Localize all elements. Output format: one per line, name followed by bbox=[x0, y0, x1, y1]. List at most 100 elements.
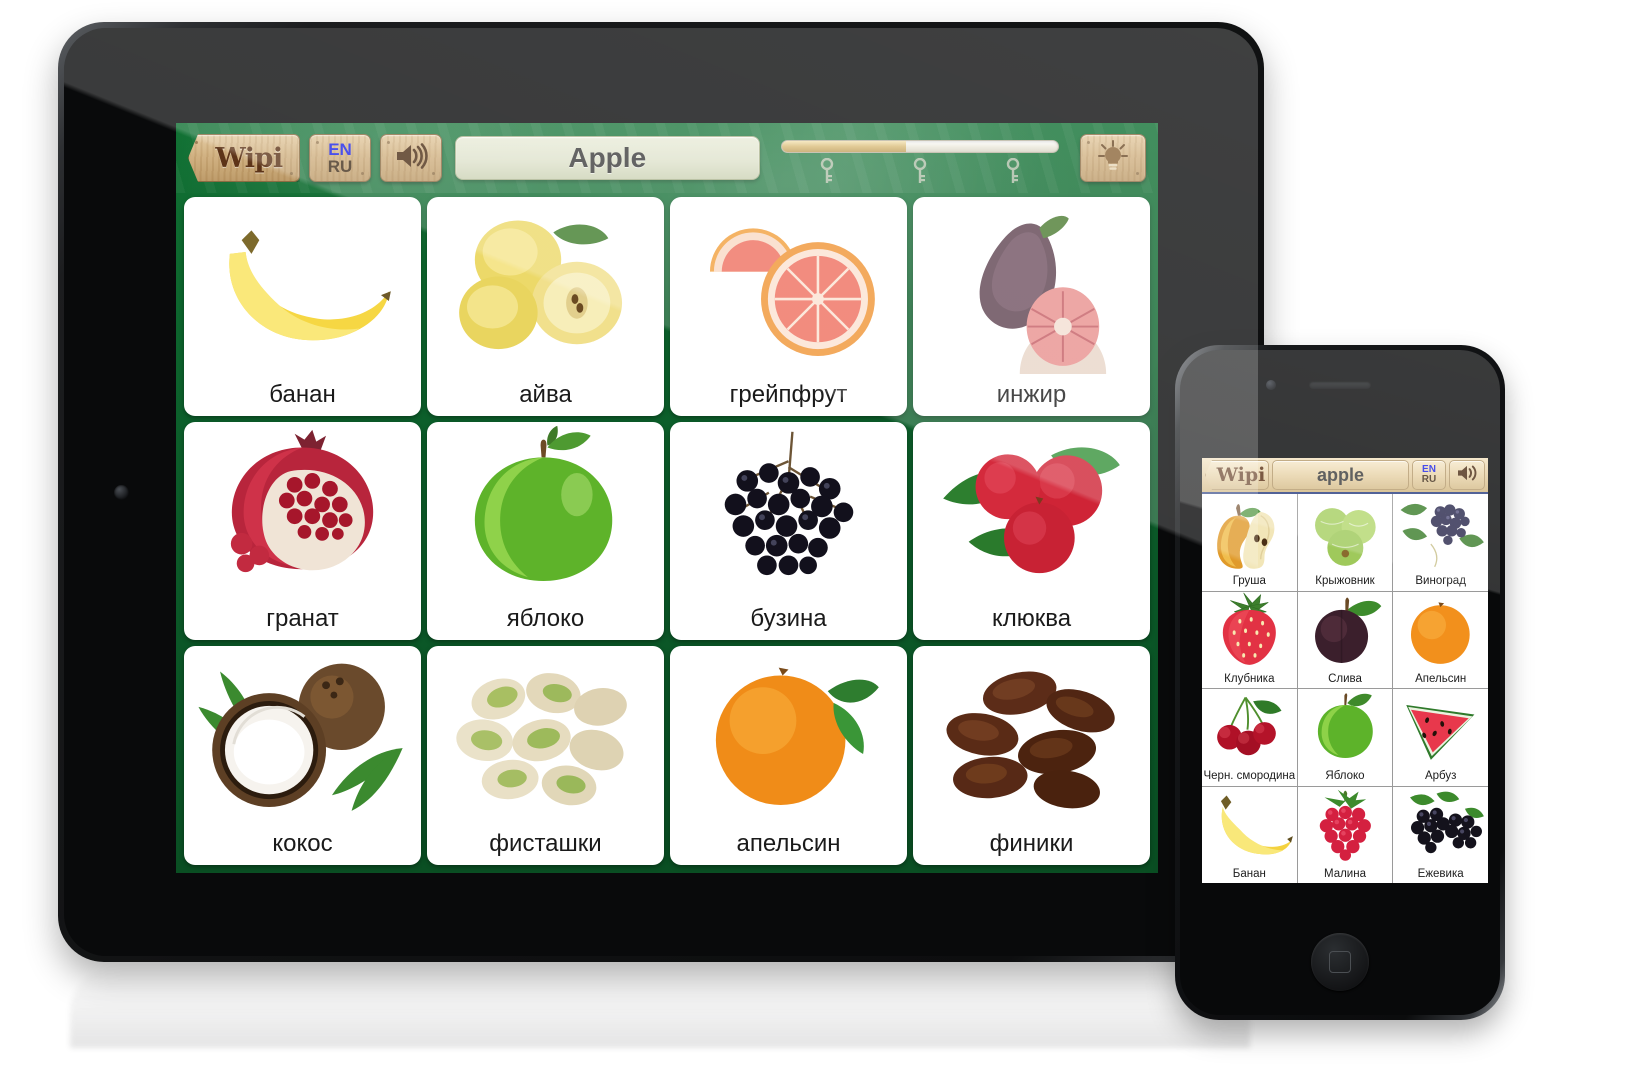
phone-fruit-card[interactable]: Слива bbox=[1297, 591, 1393, 688]
phone-fruit-label: Ежевика bbox=[1417, 867, 1464, 880]
language-toggle-button[interactable]: EN RU bbox=[309, 134, 371, 182]
phone-fruit-grid: Груша Крыжовник Виноград Клубника Слива … bbox=[1202, 494, 1488, 883]
phone-bezel: Wipi apple EN RU Груша Крыжовник Виногра… bbox=[1180, 350, 1500, 1015]
phone-screen: Wipi apple EN RU Груша Крыжовник Виногра… bbox=[1202, 458, 1488, 883]
fruit-card[interactable]: кокос bbox=[184, 646, 421, 865]
sound-button[interactable] bbox=[380, 134, 442, 182]
phone-fruit-label: Клубника bbox=[1224, 672, 1275, 685]
progress-fill bbox=[781, 141, 906, 152]
phone-toolbar: Wipi apple EN RU bbox=[1202, 458, 1488, 494]
speaker-icon bbox=[1456, 464, 1478, 487]
fruit-card[interactable]: клюква bbox=[913, 421, 1150, 641]
fruit-label: бузина bbox=[750, 605, 827, 633]
page-title: Apple bbox=[568, 142, 647, 173]
phone-fruit-card[interactable]: Банан bbox=[1202, 786, 1297, 883]
fig-image bbox=[913, 197, 1150, 374]
banana-image bbox=[1202, 787, 1297, 865]
elderberry-image bbox=[670, 422, 907, 599]
fruit-label: апельсин bbox=[736, 830, 841, 857]
speaker-icon bbox=[394, 142, 428, 175]
phone-language-toggle-button[interactable]: EN RU bbox=[1412, 460, 1446, 490]
fruit-label: клюква bbox=[991, 605, 1072, 633]
pomegranate-image bbox=[184, 422, 421, 599]
tablet-screen: Wipi EN RU Apple банан айва грейпфрут ин… bbox=[176, 123, 1158, 873]
fruit-label: инжир bbox=[996, 380, 1067, 408]
phone-fruit-card[interactable]: Груша bbox=[1202, 494, 1297, 591]
lang-from-label: EN bbox=[328, 139, 352, 159]
phone-page-title: apple bbox=[1316, 464, 1364, 485]
fruit-label: грейпфрут bbox=[729, 380, 848, 408]
green-apple-image bbox=[427, 422, 664, 599]
gooseberry-image bbox=[1298, 494, 1393, 572]
strawberry-image bbox=[1202, 592, 1297, 670]
quince-image bbox=[427, 197, 664, 374]
green-apple-image bbox=[1298, 689, 1393, 767]
fruit-card-grid: банан айва грейпфрут инжир гранат яблоко… bbox=[184, 197, 1150, 865]
fruit-label: айва bbox=[519, 380, 572, 408]
fruit-card[interactable]: инжир bbox=[913, 197, 1150, 416]
phone-fruit-label: Яблоко bbox=[1325, 770, 1365, 782]
phone-fruit-label: Апельсин bbox=[1415, 672, 1467, 685]
phone-fruit-label: Слива bbox=[1328, 672, 1362, 685]
phone-fruit-label: Виноград bbox=[1415, 575, 1466, 587]
front-camera-icon bbox=[1266, 380, 1276, 390]
phone-fruit-label: Малина bbox=[1323, 867, 1366, 880]
phone-fruit-card[interactable]: Апельсин bbox=[1393, 591, 1488, 688]
blackberry-image bbox=[1393, 787, 1488, 865]
phone-fruit-card[interactable]: Яблоко bbox=[1297, 689, 1393, 786]
phone-fruit-card[interactable]: Арбуз bbox=[1393, 689, 1488, 786]
tablet-reflection bbox=[70, 968, 1250, 1048]
fruit-label: гранат bbox=[266, 605, 339, 633]
key-icon bbox=[912, 157, 928, 184]
key-icon bbox=[819, 157, 835, 184]
fruit-label: кокос bbox=[272, 830, 333, 857]
word-title-bar: Apple bbox=[455, 136, 760, 180]
phone-app-logo-label: Wipi bbox=[1216, 464, 1266, 486]
phone-fruit-card[interactable]: Клубника bbox=[1202, 591, 1297, 688]
lightbulb-icon bbox=[1097, 139, 1129, 178]
fruit-card[interactable]: гранат bbox=[184, 421, 421, 641]
phone-sound-button[interactable] bbox=[1449, 460, 1485, 490]
fruit-card[interactable]: айва bbox=[427, 197, 664, 416]
fruit-card[interactable]: банан bbox=[184, 197, 421, 416]
fruit-card[interactable]: яблоко bbox=[427, 421, 664, 641]
dates-image bbox=[913, 646, 1150, 823]
hint-button[interactable] bbox=[1080, 134, 1146, 182]
tablet-toolbar: Wipi EN RU Apple bbox=[176, 123, 1158, 193]
fruit-label: фисташки bbox=[489, 830, 602, 857]
phone-fruit-card[interactable]: Малина bbox=[1297, 786, 1393, 883]
phone-fruit-card[interactable]: Черн. смородина bbox=[1202, 689, 1297, 786]
progress-bar bbox=[780, 140, 1059, 153]
phone-fruit-card[interactable]: Крыжовник bbox=[1297, 494, 1393, 591]
fruit-card[interactable]: фисташки bbox=[427, 646, 664, 865]
app-logo-label: Wipi bbox=[215, 142, 283, 174]
grapefruit-image bbox=[670, 197, 907, 374]
phone-home-button[interactable]: Wipi bbox=[1205, 460, 1269, 490]
phone-fruit-card[interactable]: Ежевика bbox=[1393, 786, 1488, 883]
phone-fruit-card[interactable]: Виноград bbox=[1393, 494, 1488, 591]
banana-image bbox=[184, 197, 421, 374]
orange-image bbox=[670, 646, 907, 823]
phone-fruit-label: Груша bbox=[1232, 575, 1266, 587]
phone-fruit-label: Банан bbox=[1232, 867, 1266, 880]
lang-to-label: RU bbox=[327, 157, 353, 176]
home-button[interactable]: Wipi bbox=[188, 134, 300, 182]
fruit-card[interactable]: финики bbox=[913, 646, 1150, 865]
phone-fruit-label: Черн. смородина bbox=[1203, 770, 1296, 782]
earpiece-speaker-icon bbox=[1309, 381, 1371, 389]
phone-device: Wipi apple EN RU Груша Крыжовник Виногра… bbox=[1175, 345, 1505, 1020]
phone-title-bar: apple bbox=[1272, 460, 1409, 490]
key-markers bbox=[781, 157, 1060, 184]
fruit-card[interactable]: бузина bbox=[670, 421, 907, 641]
coconut-image bbox=[184, 646, 421, 823]
phone-home-hardware-button[interactable] bbox=[1311, 933, 1369, 991]
cranberry-image bbox=[913, 422, 1150, 599]
cherry-image bbox=[1202, 689, 1297, 767]
fruit-card[interactable]: грейпфрут bbox=[670, 197, 907, 416]
key-icon bbox=[1005, 157, 1021, 184]
fruit-card[interactable]: апельсин bbox=[670, 646, 907, 865]
watermelon-image bbox=[1393, 689, 1488, 767]
orange-image bbox=[1393, 592, 1488, 670]
raspberry-image bbox=[1298, 787, 1393, 865]
phone-lang-to-label: RU bbox=[1421, 474, 1437, 485]
